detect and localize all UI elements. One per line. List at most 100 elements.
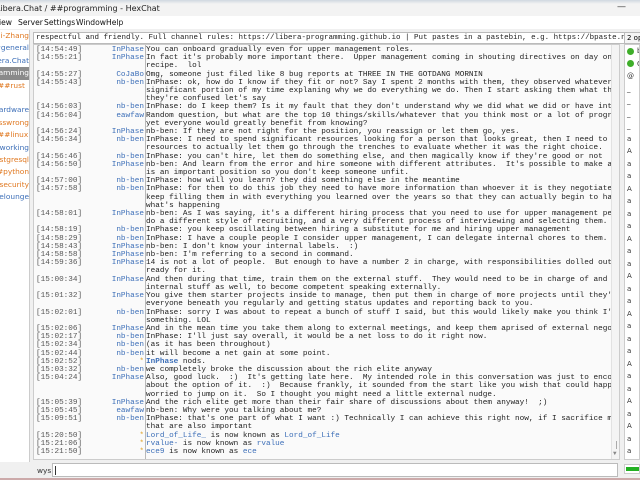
channel-item[interactable]: Libera.Chat [0, 55, 29, 67]
user-item[interactable]: A [625, 420, 639, 433]
channel-item[interactable]: ##security [0, 179, 29, 191]
message-nick[interactable]: InPhase [78, 251, 144, 259]
message-nick[interactable]: InPhase [78, 374, 144, 382]
channel-item[interactable]: #postgresql [0, 154, 29, 166]
user-item[interactable]: a [625, 295, 639, 308]
channel-item[interactable]: -Hai-Zhang [0, 30, 29, 42]
user-item[interactable]: a [625, 370, 639, 383]
message-nick[interactable]: InPhase [78, 46, 144, 54]
event-nick[interactable]: rvalue- [146, 440, 178, 448]
user-item[interactable]: a [625, 208, 639, 221]
channel-item[interactable]: #python [0, 166, 29, 178]
menu-settings[interactable]: Settings [44, 18, 75, 27]
topic-bar[interactable]: respectful and friendly. Full channel ru… [33, 32, 625, 44]
user-item[interactable]: a [625, 408, 639, 421]
message-nick[interactable]: nb-ben [78, 366, 144, 374]
message-nick[interactable]: eawfaw [78, 407, 144, 415]
message-nick[interactable]: nb-ben [78, 415, 144, 423]
user-item[interactable]: A [625, 183, 639, 196]
message-nick[interactable]: nb-ben [78, 79, 144, 87]
message-nick[interactable]: nb-ben [78, 226, 144, 234]
message-nick[interactable]: InPhase [78, 128, 144, 136]
user-item[interactable]: A [625, 308, 639, 321]
message-nick[interactable]: nb-ben [78, 103, 144, 111]
user-item[interactable]: a [625, 333, 639, 346]
message-nick[interactable]: nb-ben [78, 136, 144, 144]
user-item[interactable]: _ [625, 83, 639, 96]
message-nick[interactable]: * [78, 432, 144, 440]
channel-item[interactable]: ##lesswrong [0, 117, 29, 129]
chat-scrollbar[interactable]: ▼ [611, 45, 619, 459]
user-item[interactable]: A [625, 270, 639, 283]
user-item[interactable]: _ [625, 108, 639, 121]
message-nick[interactable]: InPhase [78, 276, 144, 284]
message-nick[interactable]: nb-ben [78, 333, 144, 341]
scrollbar-thumb[interactable] [616, 441, 617, 449]
user-item[interactable]: A [625, 145, 639, 158]
message-nick[interactable]: InPhase [78, 243, 144, 251]
user-item[interactable]: a [625, 345, 639, 358]
channel-item[interactable]: #thelounge [0, 191, 29, 203]
channel-item[interactable]: ##hardware [0, 104, 29, 116]
user-item[interactable]: a [625, 283, 639, 296]
message-nick[interactable]: InPhase [78, 399, 144, 407]
user-item[interactable]: a [625, 320, 639, 333]
menu-help[interactable]: Help [106, 18, 123, 27]
user-item[interactable]: a [625, 133, 639, 146]
user-item[interactable]: @ [625, 70, 639, 83]
user-item[interactable]: a [625, 258, 639, 271]
minimize-button[interactable]: — [617, 2, 626, 12]
channel-item[interactable]: ##programming [0, 67, 29, 80]
event-nick[interactable]: ece [243, 448, 257, 456]
user-item[interactable]: a [625, 445, 639, 458]
message-nick[interactable]: InPhase [78, 325, 144, 333]
message-nick[interactable]: InPhase [78, 259, 144, 267]
nick-button[interactable]: wys [37, 466, 51, 475]
user-item[interactable]: a [625, 245, 639, 258]
user-item[interactable]: a [625, 220, 639, 233]
channel-item[interactable]: ##linux [0, 129, 29, 141]
message-input[interactable] [52, 463, 618, 477]
event-nick[interactable]: InPhase [146, 358, 178, 366]
user-item[interactable]: A [625, 233, 639, 246]
message-nick[interactable]: eawfaw [78, 112, 144, 120]
event-nick[interactable]: Lord_of_Life [284, 432, 339, 440]
user-item[interactable]: A [625, 395, 639, 408]
user-item[interactable]: a [625, 195, 639, 208]
user-item[interactable]: a [625, 170, 639, 183]
message-nick[interactable]: * [78, 358, 144, 366]
menu-window[interactable]: Window [76, 18, 106, 27]
message-nick[interactable]: InPhase [78, 292, 144, 300]
message-nick[interactable]: nb-ben [78, 309, 144, 317]
user-item[interactable]: a [625, 383, 639, 396]
message-nick[interactable]: nb-ben [78, 350, 144, 358]
message-nick[interactable]: InPhase [78, 161, 144, 169]
user-item[interactable]: a [625, 158, 639, 171]
menu-server[interactable]: Server [18, 18, 43, 27]
message-nick[interactable]: InPhase [78, 210, 144, 218]
user-item[interactable]: a [625, 433, 639, 446]
message-nick[interactable]: * [78, 448, 144, 456]
message-nick[interactable]: InPhase [78, 54, 144, 62]
menu-view[interactable]: View [0, 18, 12, 27]
message-nick[interactable]: nb-ben [78, 185, 144, 193]
message-nick[interactable]: nb-ben [78, 235, 144, 243]
scroll-down-arrow-icon[interactable]: ▼ [613, 450, 617, 457]
event-nick[interactable]: ece9 [146, 448, 164, 456]
event-nick[interactable]: rvalue [257, 440, 285, 448]
channel-item[interactable] [0, 92, 29, 104]
message-nick[interactable]: nb-ben [78, 153, 144, 161]
ops-count-button[interactable]: 2 ops [624, 32, 640, 44]
channel-item[interactable]: ##rust [0, 80, 29, 92]
user-item[interactable]: _ [625, 120, 639, 133]
user-item[interactable]: b [625, 45, 639, 58]
message-nick[interactable]: * [78, 440, 144, 448]
event-nick[interactable]: Lord_of_Life_ [146, 432, 206, 440]
message-nick[interactable]: CoJaBo [78, 71, 144, 79]
message-nick[interactable]: nb-ben [78, 341, 144, 349]
channel-item[interactable]: #general [0, 42, 29, 54]
user-item[interactable]: _ [625, 95, 639, 108]
message-nick[interactable]: nb-ben [78, 177, 144, 185]
user-item[interactable]: C [625, 58, 639, 71]
user-item[interactable]: A [625, 358, 639, 371]
